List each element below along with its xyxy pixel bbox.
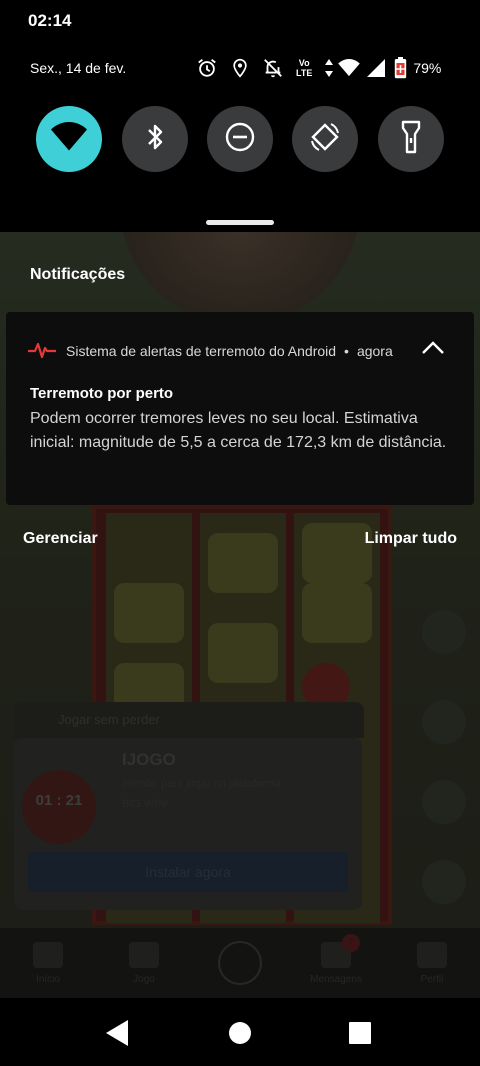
- collapse-chevron-up-icon[interactable]: [420, 338, 446, 358]
- status-time: 02:14: [28, 11, 72, 30]
- quick-tiles: [36, 106, 446, 172]
- wifi-icon: [51, 121, 87, 157]
- clear-all-button[interactable]: Limpar tudo: [365, 530, 457, 548]
- alarm-icon: [196, 57, 218, 79]
- status-icons: Vo LTE 79%: [196, 54, 441, 82]
- cell-signal-icon: [366, 58, 386, 78]
- rotate-icon: [309, 121, 341, 158]
- earthquake-notification[interactable]: Sistema de alertas de terremoto do Andro…: [6, 312, 474, 505]
- recents-icon[interactable]: [345, 1018, 375, 1048]
- battery-percent: 79%: [413, 60, 442, 76]
- shade-drag-handle[interactable]: [206, 220, 274, 225]
- auto-rotate-tile[interactable]: [292, 106, 358, 172]
- wifi-tile[interactable]: [36, 106, 102, 172]
- home-button-icon[interactable]: [225, 1018, 255, 1048]
- notification-body: Podem ocorrer tremores leves no seu loca…: [30, 410, 447, 451]
- dnd-icon: [224, 121, 256, 158]
- volte-lte-icon: Vo LTE: [296, 58, 313, 78]
- earthquake-pulse-icon: [28, 340, 56, 363]
- notification-title: Terremoto por perto: [30, 385, 174, 402]
- location-icon: [230, 57, 250, 79]
- battery-icon: [394, 57, 407, 79]
- data-arrows-icon: [324, 58, 334, 78]
- status-date[interactable]: Sex., 14 de fev.: [30, 60, 126, 76]
- flashlight-tile[interactable]: [378, 106, 444, 172]
- wifi-signal-icon: [338, 59, 361, 77]
- back-icon[interactable]: [104, 1018, 134, 1048]
- notifications-off-icon: [262, 57, 284, 79]
- dnd-tile[interactable]: [207, 106, 273, 172]
- notification-header: Sistema de alertas de terremoto do Andro…: [28, 342, 393, 360]
- notifications-heading: Notificações: [30, 266, 126, 283]
- bluetooth-icon: [143, 122, 167, 157]
- manage-notifications-button[interactable]: Gerenciar: [23, 530, 98, 548]
- system-navigation-bar: [0, 998, 480, 1066]
- notification-app-name: Sistema de alertas de terremoto do Andro…: [66, 343, 337, 359]
- notification-separator: •: [344, 343, 349, 359]
- bluetooth-tile[interactable]: [122, 106, 188, 172]
- notification-time: agora: [356, 343, 393, 359]
- quick-settings-panel: 02:14 Sex., 14 de fev. Vo LTE 79%: [0, 0, 480, 232]
- flashlight-icon: [399, 120, 423, 159]
